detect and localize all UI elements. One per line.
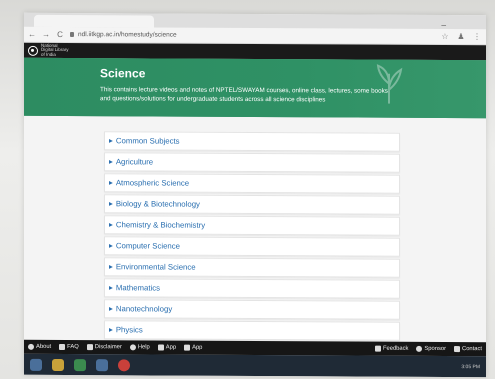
gavel-icon [86,344,93,351]
word-icon[interactable] [96,358,108,371]
subject-item[interactable]: ▶ Biology & Biotechnology [104,194,400,215]
forward-icon[interactable]: → [42,30,50,39]
caret-right-icon: ▶ [109,200,113,207]
lock-icon [70,32,74,38]
footer-help-label: Help [137,344,150,351]
back-icon[interactable]: ← [28,30,36,39]
caret-right-icon: ▶ [109,221,113,228]
footer-disclaimer[interactable]: Disclaimer [86,344,122,351]
apple-icon [184,344,191,351]
footer-android-app[interactable]: App [157,344,177,351]
caret-right-icon: ▶ [109,242,113,249]
feedback-icon [374,345,381,352]
folder-icon[interactable] [52,358,64,371]
app-icon[interactable] [74,358,86,371]
contact-icon [454,346,461,353]
caret-right-icon: ▶ [109,263,113,270]
subject-item[interactable]: ▶ Mathematics [104,278,400,299]
subject-item[interactable]: ▶ Physics [104,320,400,341]
footer-about-label: About [36,343,52,350]
caret-right-icon: ▶ [109,305,113,312]
caret-right-icon: ▶ [109,158,113,165]
subject-label: Environmental Science [115,262,196,272]
science-banner: Science This contains lecture videos and… [24,57,486,119]
footer-sponsor[interactable]: Sponsor [416,345,447,353]
star-icon[interactable]: ☆ [440,32,450,41]
subject-item[interactable]: ▶ Agriculture [104,152,400,173]
subject-item[interactable]: ▶ Common Subjects [104,131,400,152]
taskbar-clock: 3:05 PM [461,363,480,370]
tab-strip: _ [24,12,486,30]
chrome-icon[interactable] [118,358,130,371]
menu-icon[interactable]: ⋮ [472,32,482,41]
android-icon [157,344,164,351]
subject-item[interactable]: ▶ Chemistry & Biochemistry [104,215,400,236]
subject-label: Chemistry & Biochemistry [115,220,206,230]
caret-right-icon: ▶ [109,326,113,333]
subject-label: Biology & Biotechnology [115,199,200,209]
screen: _ ← → C ndl.iitkgp.ac.in/homestudy/scien… [24,12,486,378]
sponsor-icon [416,345,423,352]
caret-right-icon: ▶ [109,137,113,144]
footer-ios-app[interactable]: App [184,344,203,351]
footer-help[interactable]: Help [129,344,150,351]
browser-tab[interactable] [34,14,154,28]
ndl-logo-icon[interactable] [28,45,38,56]
footer-disclaimer-label: Disclaimer [94,344,122,351]
page-description: This contains lecture videos and notes o… [100,86,388,104]
url-text: ndl.iitkgp.ac.in/homestudy/science [78,31,177,39]
subject-list: ▶ Common Subjects ▶ Agriculture ▶ Atmospheric… [104,131,400,343]
profile-icon[interactable]: ♟ [456,32,466,41]
footer-app2-label: App [192,344,203,351]
help-icon [129,344,136,351]
info-icon [28,343,34,350]
logo-line-3: of India [41,51,56,57]
minimize-button[interactable]: _ [442,17,446,26]
footer-feedback[interactable]: Feedback [374,345,409,352]
subject-label: Mathematics [115,283,161,293]
subject-label: Agriculture [115,157,154,167]
footer-about[interactable]: About [28,343,52,350]
footer-contact-label: Contact [462,346,482,353]
subject-label: Common Subjects [115,136,180,146]
page-title: Science [100,66,146,81]
reload-icon[interactable]: C [56,30,64,39]
subject-item[interactable]: ▶ Nanotechnology [104,299,400,320]
footer-faq-label: FAQ [67,344,79,351]
caret-right-icon: ▶ [109,284,113,291]
footer-faq[interactable]: FAQ [59,343,79,351]
subject-item[interactable]: ▶ Environmental Science [104,257,400,278]
subject-label: Nanotechnology [115,304,173,314]
subject-item[interactable]: ▶ Computer Science [104,236,400,257]
leaf-decoration-icon [376,64,403,104]
footer-feedback-label: Feedback [382,345,409,352]
start-icon[interactable] [30,358,42,371]
subject-label: Physics [115,325,143,335]
subject-label: Atmospheric Science [115,178,190,188]
caret-right-icon: ▶ [109,179,113,186]
subject-label: Computer Science [115,241,180,251]
subject-item[interactable]: ▶ Atmospheric Science [104,173,400,194]
ndl-logo-text[interactable]: National Digital Library of India [41,42,69,57]
faq-icon [59,343,66,351]
footer-spacer [210,348,367,349]
footer-contact[interactable]: Contact [454,346,482,352]
footer-sponsor-label: Sponsor [424,345,447,353]
os-taskbar: 3:05 PM [24,353,486,378]
url-field[interactable]: ndl.iitkgp.ac.in/homestudy/science [70,31,434,40]
footer-app1-label: App [165,344,177,351]
